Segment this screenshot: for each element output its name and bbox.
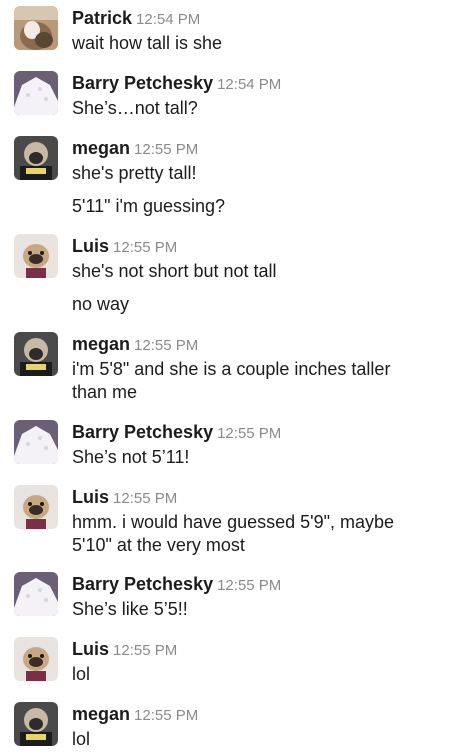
- pug-avatar-icon: [14, 637, 58, 681]
- timestamp[interactable]: 12:55 PM: [134, 707, 198, 724]
- salt-avatar[interactable]: [14, 71, 58, 115]
- message-text: She’s not 5’11!: [72, 447, 190, 467]
- dog-avatar[interactable]: [14, 702, 58, 746]
- message-header: Luis 12:55 PM: [72, 639, 177, 660]
- message-header: Luis 12:55 PM: [72, 236, 177, 257]
- message-text: she's pretty tall!: [72, 163, 197, 183]
- message-header: megan 12:55 PM: [72, 138, 198, 159]
- author-name[interactable]: megan: [72, 138, 130, 158]
- message-text: wait how tall is she: [72, 33, 223, 53]
- message-text: She’s like 5’5!!: [72, 599, 188, 619]
- dog-avatar[interactable]: [14, 332, 58, 376]
- message-text: she's not short but not tall: [72, 261, 277, 281]
- author-name[interactable]: Barry Petchesky: [72, 574, 213, 594]
- author-name[interactable]: Patrick: [72, 8, 132, 28]
- message-header: megan 12:55 PM: [72, 704, 198, 725]
- message-text: i'm 5'8" and she is a couple inches tall…: [72, 359, 391, 402]
- message-text: lol: [72, 664, 91, 684]
- salt-avatar[interactable]: [14, 572, 58, 616]
- message-text: She’s…not tall?: [72, 98, 198, 118]
- author-name[interactable]: megan: [72, 334, 130, 354]
- dog-avatar-icon: [14, 332, 58, 376]
- dog-avatar-icon: [14, 702, 58, 746]
- pug-avatar-icon: [14, 485, 58, 529]
- timestamp[interactable]: 12:55 PM: [113, 490, 177, 507]
- message-text: hmm. i would have guessed 5'9", maybe 5'…: [72, 512, 394, 555]
- dog-avatar-icon: [14, 136, 58, 180]
- author-name[interactable]: Luis: [72, 639, 109, 659]
- message-text: 5'11" i'm guessing?: [72, 196, 226, 216]
- message-header: Patrick 12:54 PM: [72, 8, 200, 29]
- timestamp[interactable]: 12:55 PM: [217, 425, 281, 442]
- author-name[interactable]: megan: [72, 704, 130, 724]
- message-text: lol: [72, 729, 91, 749]
- timestamp[interactable]: 12:55 PM: [134, 141, 198, 158]
- timestamp[interactable]: 12:54 PM: [217, 76, 281, 93]
- message-header: Barry Petchesky 12:55 PM: [72, 422, 281, 443]
- message-header: Barry Petchesky 12:54 PM: [72, 73, 281, 94]
- salt-avatar-icon: [14, 420, 58, 464]
- message-header: Barry Petchesky 12:55 PM: [72, 574, 281, 595]
- timestamp[interactable]: 12:55 PM: [113, 239, 177, 256]
- message-text: no way: [72, 294, 130, 314]
- author-name[interactable]: Luis: [72, 236, 109, 256]
- salt-avatar-icon: [14, 71, 58, 115]
- message-header: Luis 12:55 PM: [72, 487, 177, 508]
- pug-avatar[interactable]: [14, 637, 58, 681]
- salt-avatar-icon: [14, 572, 58, 616]
- pug-avatar[interactable]: [14, 234, 58, 278]
- salt-avatar[interactable]: [14, 420, 58, 464]
- patrick-avatar[interactable]: [14, 6, 58, 50]
- author-name[interactable]: Luis: [72, 487, 109, 507]
- timestamp[interactable]: 12:55 PM: [113, 642, 177, 659]
- timestamp[interactable]: 12:55 PM: [217, 577, 281, 594]
- timestamp[interactable]: 12:54 PM: [136, 11, 200, 28]
- message-header: megan 12:55 PM: [72, 334, 198, 355]
- patrick-avatar-icon: [14, 6, 58, 50]
- author-name[interactable]: Barry Petchesky: [72, 73, 213, 93]
- author-name[interactable]: Barry Petchesky: [72, 422, 213, 442]
- timestamp[interactable]: 12:55 PM: [134, 337, 198, 354]
- pug-avatar-icon: [14, 234, 58, 278]
- dog-avatar[interactable]: [14, 136, 58, 180]
- pug-avatar[interactable]: [14, 485, 58, 529]
